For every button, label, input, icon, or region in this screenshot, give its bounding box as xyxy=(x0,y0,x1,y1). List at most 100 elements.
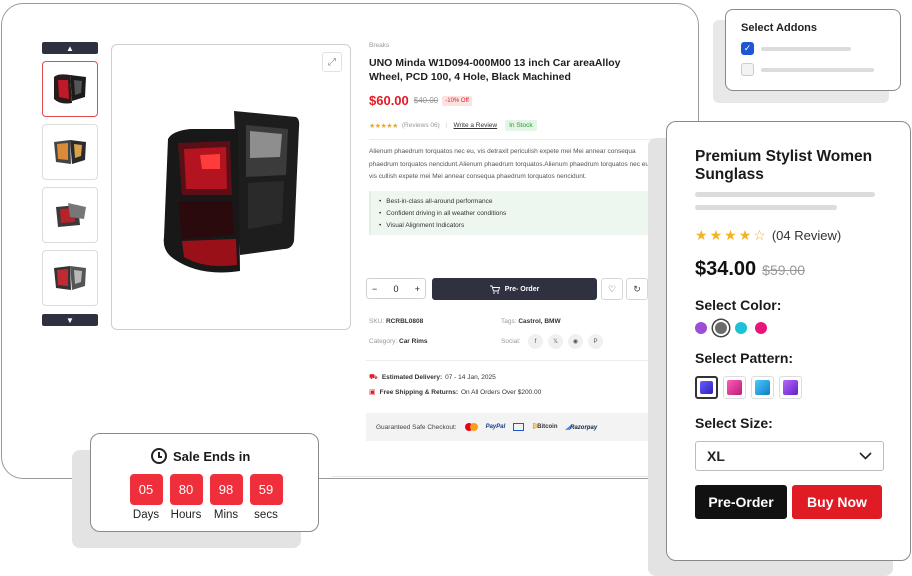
feature-list: Best-in-class all-around performance Con… xyxy=(369,190,659,235)
shipping-label: Free Shipping & Returns: xyxy=(379,388,458,396)
compare-button[interactable]: ↻ xyxy=(626,278,648,300)
taillight-icon xyxy=(54,74,86,104)
quantity-stepper[interactable]: − 0 + xyxy=(366,278,426,299)
preorder-label: Pre- Order xyxy=(504,285,540,293)
delivery-row: ⛟ Estimated Delivery: 07 - 14 Jan, 2025 xyxy=(369,373,496,382)
chevron-up-icon: ▲ xyxy=(66,43,74,53)
truck-icon: ⛟ xyxy=(369,374,378,381)
pattern-swatch-3[interactable] xyxy=(751,376,774,399)
breadcrumb[interactable]: Breaks xyxy=(369,42,659,49)
size-select[interactable]: XL xyxy=(695,441,884,471)
delivery-value: 07 - 14 Jan, 2025 xyxy=(445,374,496,381)
action-buttons: Pre-Order Buy Now xyxy=(695,485,882,519)
pinterest-icon[interactable]: P xyxy=(588,334,603,349)
color-swatch-purple[interactable] xyxy=(695,322,707,334)
star-filled-icon: ★ xyxy=(738,227,752,243)
tags-row: Tags: Castrol, BMW xyxy=(501,318,561,325)
checkbox-icon[interactable] xyxy=(741,63,754,76)
countdown-unit: Hours xyxy=(170,509,202,521)
expand-icon[interactable]: ⤢ xyxy=(322,52,342,72)
pattern-swatch-4[interactable] xyxy=(779,376,802,399)
addon-option-2[interactable] xyxy=(741,63,885,76)
addons-title: Select Addons xyxy=(741,22,817,34)
bitcoin-logo: ₿Bitcoin xyxy=(532,424,558,430)
size-value: XL xyxy=(707,448,725,464)
addon-placeholder-bar xyxy=(761,67,874,72)
razorpay-logo: ◢Razorpay xyxy=(565,424,598,431)
facebook-icon[interactable]: f xyxy=(528,334,543,349)
addons-card: Select Addons ✓ xyxy=(725,9,901,91)
countdown-days: 05 Days xyxy=(126,474,166,521)
taillight-icon xyxy=(56,203,86,227)
thumbnail-2[interactable] xyxy=(42,124,98,180)
sale-countdown-card: Sale Ends in 05 Days 80 Hours 98 Mins 59… xyxy=(90,433,319,532)
star-filled-icon: ★ xyxy=(724,227,737,243)
taillight-image xyxy=(163,111,300,273)
write-review-link[interactable]: Write a Review xyxy=(454,122,498,129)
sku-row: SKU: RCRBL0808 xyxy=(369,318,423,325)
current-price: $60.00 xyxy=(369,93,409,108)
size-label: Select Size: xyxy=(695,415,773,431)
checkbox-checked-icon[interactable]: ✓ xyxy=(741,42,754,55)
instagram-icon[interactable]: ◉ xyxy=(568,334,583,349)
product-title: UNO Minda W1D094-000M00 13 inch Car area… xyxy=(369,57,621,83)
taillight-icon xyxy=(54,140,86,164)
thumbnail-4[interactable] xyxy=(42,250,98,306)
heart-icon: ♡ xyxy=(607,283,617,294)
star-filled-icon: ★ xyxy=(695,227,708,243)
feature-item: Best-in-class all-around performance xyxy=(379,196,651,208)
countdown-value: 05 xyxy=(129,474,163,505)
divider xyxy=(369,139,659,140)
countdown-secs: 59 secs xyxy=(246,474,286,521)
review-count: (Reviews 06) xyxy=(401,122,440,129)
cart-icon xyxy=(489,285,500,294)
thumb-scroll-down-button[interactable]: ▼ xyxy=(42,314,98,326)
thumbnail-1[interactable] xyxy=(42,61,98,117)
countdown-mins: 98 Mins xyxy=(206,474,246,521)
sku-value: RCRBL0808 xyxy=(385,318,424,325)
countdown-value: 98 xyxy=(209,474,243,505)
star-filled-icon: ★ xyxy=(709,227,723,243)
buy-now-button[interactable]: Buy Now xyxy=(791,485,882,519)
countdown-value: 59 xyxy=(249,474,283,505)
box-icon: ▣ xyxy=(369,389,376,396)
star-empty-icon: ☆ xyxy=(753,227,766,243)
preorder-button[interactable]: Pre- Order xyxy=(432,278,597,300)
color-swatch-cyan[interactable] xyxy=(735,322,747,334)
pattern-swatch-1[interactable] xyxy=(695,376,718,399)
pattern-label: Select Pattern: xyxy=(695,350,794,366)
safe-checkout-bar: Guaranteed Safe Checkout: PayPal ₿Bitcoi… xyxy=(366,413,660,441)
discount-badge: -10% Off xyxy=(442,95,472,106)
product-detail-card: ▲ ▼ ⤢ Breaks UNO Minda W1D094-000M00 13 … xyxy=(1,3,699,479)
category-value[interactable]: Car Rims xyxy=(399,338,428,345)
current-price: $34.00 xyxy=(695,258,757,280)
paypal-logo: PayPal xyxy=(485,424,506,430)
stock-badge: In Stock xyxy=(505,120,537,131)
thumbnail-3[interactable] xyxy=(42,187,98,243)
placeholder-bar xyxy=(695,205,837,210)
countdown-hours: 80 Hours xyxy=(166,474,206,521)
x-icon[interactable]: 𝕏 xyxy=(548,334,563,349)
main-product-image: ⤢ xyxy=(111,44,351,330)
refresh-icon: ↻ xyxy=(633,283,641,294)
product-title: Premium Stylist Women Sunglass xyxy=(695,148,873,183)
preorder-button[interactable]: Pre-Order xyxy=(695,485,787,519)
price-row: $60.00 $40.00 -10% Off xyxy=(369,93,659,108)
wishlist-button[interactable]: ♡ xyxy=(601,278,623,300)
color-swatch-gray[interactable] xyxy=(715,322,727,334)
old-price: $59.00 xyxy=(762,262,805,278)
product-info: Breaks UNO Minda W1D094-000M00 13 inch C… xyxy=(369,42,659,235)
tags-value[interactable]: Castrol, BMW xyxy=(518,318,560,325)
review-count: (04 Review) xyxy=(771,228,842,243)
product-options-card: Premium Stylist Women Sunglass ★ ★ ★ ★ ☆… xyxy=(666,121,911,561)
placeholder-bar xyxy=(695,192,875,197)
countdown-unit: Days xyxy=(132,509,160,521)
pattern-swatch-2[interactable] xyxy=(723,376,746,399)
minus-icon[interactable]: − xyxy=(372,284,377,294)
divider xyxy=(332,476,658,477)
thumb-scroll-up-button[interactable]: ▲ xyxy=(42,42,98,54)
color-swatch-pink[interactable] xyxy=(755,322,767,334)
quantity-value[interactable]: 0 xyxy=(393,284,398,294)
addon-option-1[interactable]: ✓ xyxy=(741,42,885,55)
plus-icon[interactable]: + xyxy=(415,284,420,294)
